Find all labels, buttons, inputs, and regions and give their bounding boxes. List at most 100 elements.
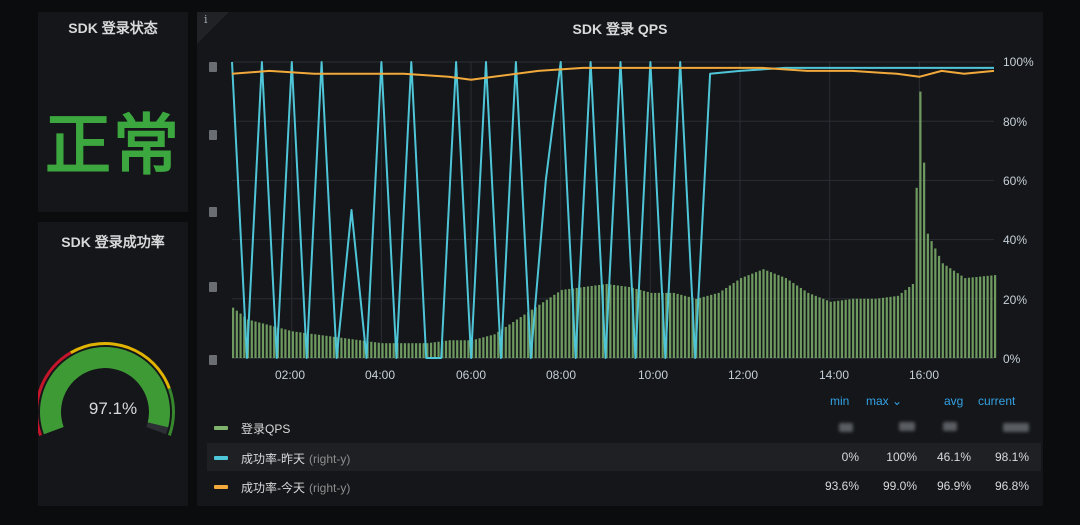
y-tick-100: 100% — [1003, 55, 1034, 69]
qps-bar — [512, 321, 515, 358]
qps-bar — [459, 340, 463, 358]
qps-bar — [351, 339, 354, 358]
qps-bar — [583, 286, 586, 358]
qps-bar — [926, 233, 929, 358]
qps-bar — [911, 284, 915, 358]
qps-bar — [717, 292, 720, 358]
qps-bar — [796, 285, 799, 358]
qps-bar — [295, 331, 298, 358]
qps-bar — [971, 277, 974, 358]
yesterday-current: 98.1% — [994, 450, 1029, 464]
qps-bar — [923, 162, 926, 358]
qps-bar — [433, 342, 436, 358]
qps-bar — [721, 290, 724, 358]
qps-bar — [265, 324, 268, 358]
legend-row-yesterday[interactable]: 成功率-昨天 (right-y) 0% 100% 46.1% 98.1% — [207, 443, 1041, 471]
qps-bar — [549, 297, 552, 358]
blurred-left-tick — [209, 130, 217, 140]
y-tick-40: 40% — [1003, 233, 1028, 247]
legend-swatch-yesterday — [214, 456, 228, 460]
legend-swatch-qps — [214, 426, 228, 430]
yesterday-max: 100% — [886, 450, 917, 464]
x-tick-1600: 16:00 — [908, 368, 940, 382]
qps-bar — [650, 292, 653, 358]
qps-bar — [855, 298, 858, 358]
qps-bar — [676, 293, 679, 358]
x-tick-1000: 10:00 — [637, 368, 669, 382]
qps-bar — [687, 296, 690, 358]
x-tick-1400: 14:00 — [818, 368, 850, 382]
qps-bar — [952, 270, 956, 358]
qps-chart[interactable] — [197, 12, 1043, 372]
qps-bar — [960, 275, 963, 358]
qps-bar — [381, 343, 384, 358]
qps-bar — [448, 340, 451, 358]
qps-bar — [519, 317, 522, 358]
qps-bar — [908, 286, 911, 358]
qps-bar — [994, 275, 997, 358]
legend-name-today[interactable]: 成功率-今天 (right-y) — [241, 479, 350, 496]
qps-bar — [710, 294, 713, 358]
qps-bar — [616, 285, 619, 358]
qps-bar — [627, 286, 631, 358]
status-panel: SDK 登录状态 正常 — [38, 12, 188, 212]
legend-row-today[interactable]: 成功率-今天 (right-y) 93.6% 99.0% 96.9% 96.8% — [207, 472, 1041, 500]
legend-header-current[interactable]: current — [978, 394, 1015, 408]
legend-row-qps[interactable]: 登录QPS — [207, 413, 1041, 441]
legend-header-min[interactable]: min — [830, 394, 849, 408]
qps-bar — [329, 336, 332, 358]
qps-bar — [377, 342, 380, 358]
qps-bar — [949, 268, 952, 358]
qps-bar — [620, 285, 623, 358]
qps-bar — [478, 338, 481, 358]
qps-bar — [613, 284, 616, 358]
qps-bar — [878, 298, 881, 358]
qps-bar — [896, 295, 900, 358]
qps-bar — [355, 339, 358, 358]
qps-bar — [284, 329, 287, 358]
qps-bar — [698, 297, 702, 358]
qps-bar — [314, 334, 317, 358]
qps-bar — [732, 283, 735, 358]
qps-bar — [945, 265, 948, 358]
qps-bar — [747, 275, 750, 358]
qps-bar — [975, 276, 978, 358]
qps-bar — [848, 299, 851, 358]
qps-bar — [444, 340, 448, 358]
qps-bar — [967, 277, 971, 358]
legend-header-max[interactable]: max ⌄ — [866, 394, 902, 408]
qps-bar — [344, 338, 347, 358]
qps-bar — [624, 286, 627, 358]
qps-bar — [799, 287, 802, 358]
legend-swatch-today — [214, 485, 228, 489]
qps-bar — [317, 334, 321, 358]
qps-bar — [325, 335, 328, 358]
qps-bar — [870, 298, 873, 358]
gauge-value: 97.1% — [88, 399, 138, 418]
qps-bar — [422, 343, 425, 358]
qps-bar — [310, 333, 313, 358]
legend-name-yesterday[interactable]: 成功率-昨天 (right-y) — [241, 450, 350, 467]
success-rate-panel: SDK 登录成功率 97.1% — [38, 222, 188, 506]
qps-bar — [803, 290, 806, 358]
qps-bar — [347, 338, 350, 358]
legend-name-qps[interactable]: 登录QPS — [241, 420, 290, 437]
qps-bar — [844, 299, 847, 358]
qps-bar — [400, 343, 403, 358]
qps-bar — [941, 263, 944, 358]
x-tick-1200: 12:00 — [727, 368, 759, 382]
qps-bar — [508, 324, 511, 358]
qps-bar — [990, 275, 993, 358]
qps-bar — [482, 337, 485, 358]
qps-bar — [964, 278, 967, 358]
qps-bar — [373, 342, 377, 358]
qps-bar — [754, 272, 758, 358]
qps-bar — [392, 343, 395, 358]
legend-header-avg[interactable]: avg — [944, 394, 963, 408]
qps-bar — [889, 296, 892, 358]
qps-bar — [669, 292, 672, 358]
qps-bar — [773, 273, 776, 358]
qps-bar — [893, 296, 896, 358]
today-current: 96.8% — [994, 479, 1029, 493]
qps-bar — [683, 295, 687, 358]
